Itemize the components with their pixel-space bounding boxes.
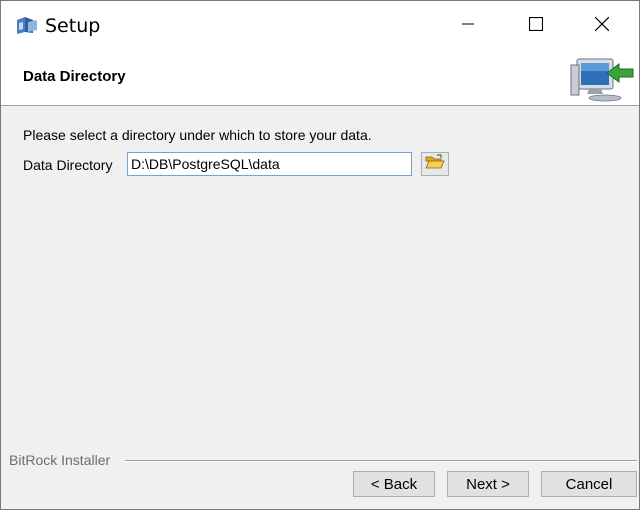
instruction-text: Please select a directory under which to… bbox=[23, 127, 372, 143]
minimize-button[interactable] bbox=[445, 1, 491, 51]
window-title: Setup bbox=[45, 15, 101, 37]
browse-button[interactable] bbox=[421, 152, 449, 176]
next-button-label: Next > bbox=[466, 475, 510, 493]
computer-arrow-icon bbox=[567, 53, 635, 103]
back-button[interactable]: < Back bbox=[353, 471, 435, 497]
close-icon bbox=[594, 16, 610, 36]
next-button[interactable]: Next > bbox=[447, 471, 529, 497]
vendor-label: BitRock Installer bbox=[9, 452, 111, 468]
maximize-icon bbox=[528, 16, 544, 36]
back-button-label: < Back bbox=[370, 475, 418, 493]
minimize-icon bbox=[462, 17, 474, 35]
maximize-button[interactable] bbox=[513, 1, 559, 51]
setup-app-icon bbox=[15, 14, 39, 36]
folder-open-icon bbox=[425, 153, 445, 175]
close-button[interactable] bbox=[579, 1, 625, 51]
data-directory-input[interactable] bbox=[127, 152, 412, 176]
page-title: Data Directory bbox=[23, 68, 126, 85]
cancel-button-label: Cancel bbox=[565, 475, 613, 493]
cancel-button[interactable]: Cancel bbox=[541, 471, 637, 497]
data-directory-label: Data Directory bbox=[23, 157, 113, 173]
setup-window: Setup Data Directory Please select a dir… bbox=[0, 0, 640, 510]
wizard-header: Data Directory bbox=[1, 51, 639, 106]
title-bar[interactable]: Setup bbox=[1, 1, 639, 51]
footer-divider bbox=[125, 460, 637, 462]
